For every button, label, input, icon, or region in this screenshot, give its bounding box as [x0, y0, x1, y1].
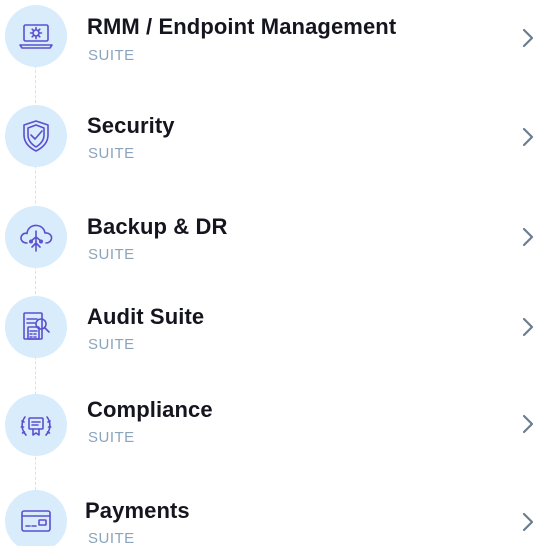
suite-menu: RMM / Endpoint Management SUITE Security…: [0, 0, 542, 546]
menu-item-security[interactable]: Security SUITE: [0, 100, 542, 180]
chevron-right-icon: [521, 225, 535, 249]
menu-item-title: Compliance: [87, 397, 213, 422]
menu-item-subtitle: SUITE: [88, 429, 135, 446]
menu-item-subtitle: SUITE: [88, 246, 135, 263]
menu-item-payments[interactable]: Payments SUITE: [0, 490, 542, 546]
menu-item-backup-dr[interactable]: Backup & DR SUITE: [0, 202, 542, 282]
menu-item-title: Security: [87, 113, 175, 138]
menu-item-title: RMM / Endpoint Management: [87, 14, 397, 39]
chevron-right-icon: [521, 412, 535, 436]
menu-item-title: Audit Suite: [87, 304, 205, 329]
menu-item-audit-suite[interactable]: Audit Suite SUITE: [0, 292, 542, 372]
menu-item-rmm-endpoint-management[interactable]: RMM / Endpoint Management SUITE: [0, 0, 542, 80]
laptop-gear-icon: [5, 5, 67, 67]
chevron-right-icon: [521, 315, 535, 339]
chevron-right-icon: [521, 510, 535, 534]
laurel-certificate-icon: [5, 394, 67, 456]
chevron-right-icon: [521, 26, 535, 50]
shield-check-icon: [5, 105, 67, 167]
menu-item-subtitle: SUITE: [88, 336, 135, 353]
chevron-right-icon: [521, 125, 535, 149]
credit-card-icon: [5, 490, 67, 546]
menu-item-title: Payments: [85, 498, 190, 523]
menu-item-subtitle: SUITE: [88, 47, 135, 64]
menu-item-compliance[interactable]: Compliance SUITE: [0, 394, 542, 474]
audit-document-magnifier-icon: [5, 296, 67, 358]
menu-item-subtitle: SUITE: [88, 145, 135, 162]
cloud-network-icon: [5, 206, 67, 268]
menu-item-subtitle: SUITE: [88, 530, 135, 546]
menu-item-title: Backup & DR: [87, 214, 228, 239]
